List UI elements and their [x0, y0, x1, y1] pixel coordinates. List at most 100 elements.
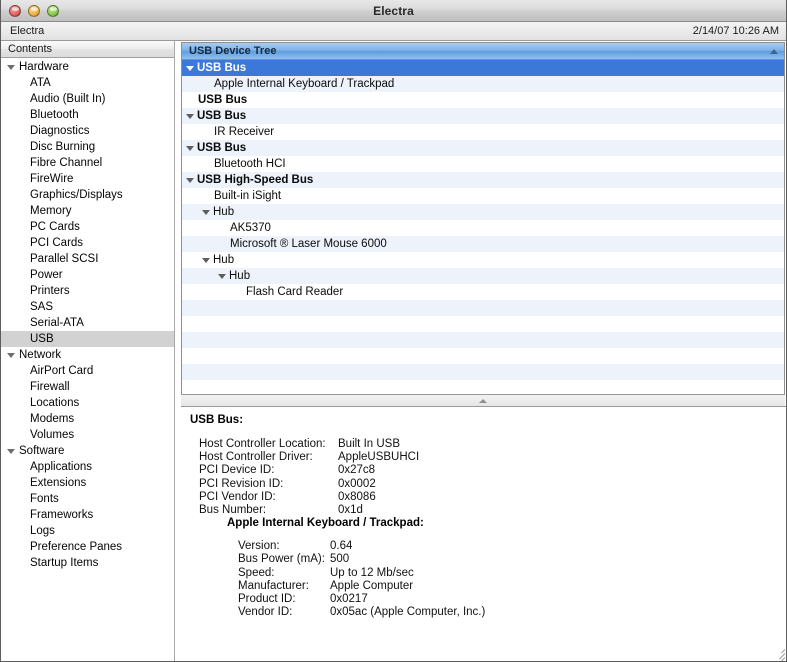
- tree-row-label: Microsoft ® Laser Mouse 6000: [230, 238, 387, 250]
- sidebar-item-label: Hardware: [19, 61, 69, 73]
- tree-row-empty: [182, 316, 784, 332]
- sidebar-item-graphics-displays[interactable]: Graphics/Displays: [1, 187, 174, 203]
- sidebar-item-label: PCI Cards: [30, 237, 83, 249]
- tree-row[interactable]: Hub: [182, 268, 784, 284]
- disclosure-triangle-down-icon[interactable]: [202, 258, 210, 263]
- property-key: Bus Number:: [199, 504, 338, 517]
- tree-row-empty: [182, 332, 784, 348]
- tree-row-label: Bluetooth HCI: [214, 158, 286, 170]
- sidebar-item-label: Firewall: [30, 381, 70, 393]
- window-titlebar[interactable]: Electra: [1, 0, 786, 22]
- sidebar-item-firewall[interactable]: Firewall: [1, 379, 174, 395]
- window-title: Electra: [1, 4, 786, 18]
- sidebar-item-fonts[interactable]: Fonts: [1, 491, 174, 507]
- sidebar-item-label: Preference Panes: [30, 541, 122, 553]
- tree-row[interactable]: IR Receiver: [182, 124, 784, 140]
- usb-device-tree-column-header[interactable]: USB Device Tree: [182, 43, 784, 60]
- sidebar-item-power[interactable]: Power: [1, 267, 174, 283]
- disclosure-triangle-down-icon[interactable]: [186, 178, 194, 183]
- tree-row[interactable]: Hub: [182, 204, 784, 220]
- tree-row[interactable]: USB Bus: [182, 60, 784, 76]
- disclosure-triangle-down-icon[interactable]: [7, 65, 15, 70]
- property-row: Manufacturer:Apple Computer: [238, 580, 786, 593]
- disclosure-triangle-down-icon[interactable]: [218, 274, 226, 279]
- sidebar-item-serial-ata[interactable]: Serial-ATA: [1, 315, 174, 331]
- sidebar-item-label: Modems: [30, 413, 74, 425]
- sidebar-item-startup-items[interactable]: Startup Items: [1, 555, 174, 571]
- sidebar-item-frameworks[interactable]: Frameworks: [1, 507, 174, 523]
- disclosure-triangle-down-icon[interactable]: [186, 146, 194, 151]
- tree-row[interactable]: USB Bus: [182, 140, 784, 156]
- sidebar-item-pci-cards[interactable]: PCI Cards: [1, 235, 174, 251]
- sidebar-item-memory[interactable]: Memory: [1, 203, 174, 219]
- contents-column-header[interactable]: Contents: [1, 41, 174, 58]
- sidebar-item-bluetooth[interactable]: Bluetooth: [1, 107, 174, 123]
- sidebar-item-locations[interactable]: Locations: [1, 395, 174, 411]
- sidebar-item-label: ATA: [30, 77, 51, 89]
- disclosure-triangle-down-icon[interactable]: [186, 66, 194, 71]
- sidebar-item-applications[interactable]: Applications: [1, 459, 174, 475]
- property-row: PCI Device ID:0x27c8: [199, 464, 786, 477]
- sidebar-item-pc-cards[interactable]: PC Cards: [1, 219, 174, 235]
- disclosure-triangle-down-icon[interactable]: [186, 114, 194, 119]
- tree-row[interactable]: USB Bus: [182, 108, 784, 124]
- tree-row[interactable]: Flash Card Reader: [182, 284, 784, 300]
- sidebar-item-network[interactable]: Network: [1, 347, 174, 363]
- tree-row-label: Flash Card Reader: [246, 286, 343, 298]
- sidebar-item-fibre-channel[interactable]: Fibre Channel: [1, 155, 174, 171]
- sidebar-item-list[interactable]: Hardware ATA Audio (Built In) BluetoothDiag…: [1, 58, 174, 661]
- property-row: PCI Revision ID:0x0002: [199, 478, 786, 491]
- tree-row[interactable]: Bluetooth HCI: [182, 156, 784, 172]
- sidebar-item-volumes[interactable]: Volumes: [1, 427, 174, 443]
- tree-row[interactable]: Built-in iSight: [182, 188, 784, 204]
- tree-row[interactable]: Microsoft ® Laser Mouse 6000: [182, 236, 784, 252]
- sidebar-item-sas[interactable]: SAS: [1, 299, 174, 315]
- sidebar-item-label: Audio (Built In): [30, 93, 105, 105]
- sidebar-item-extensions[interactable]: Extensions: [1, 475, 174, 491]
- property-row: Bus Power (mA):500: [238, 553, 786, 566]
- sidebar-item-preference-panes[interactable]: Preference Panes: [1, 539, 174, 555]
- sidebar-item-logs[interactable]: Logs: [1, 523, 174, 539]
- usb-device-tree-rows[interactable]: USB BusApple Internal Keyboard / Trackpa…: [182, 60, 784, 394]
- zoom-button-icon[interactable]: [47, 5, 59, 17]
- device-detail-title: Apple Internal Keyboard / Trackpad:: [227, 517, 786, 529]
- sidebar-item-printers[interactable]: Printers: [1, 283, 174, 299]
- tree-row-empty: [182, 364, 784, 380]
- sidebar-item-audio-built-in[interactable]: Audio (Built In): [1, 91, 174, 107]
- sidebar-item-diagnostics[interactable]: Diagnostics: [1, 123, 174, 139]
- property-key: Bus Power (mA):: [238, 553, 330, 566]
- property-value: 500: [330, 553, 786, 566]
- tree-row[interactable]: USB Bus: [182, 92, 784, 108]
- sidebar-item-airport-card[interactable]: AirPort Card: [1, 363, 174, 379]
- sidebar-item-label: AirPort Card: [30, 365, 93, 377]
- window-controls: [9, 5, 59, 17]
- sidebar-item-ata[interactable]: ATA: [1, 75, 174, 91]
- property-key: PCI Device ID:: [199, 464, 338, 477]
- sidebar-item-disc-burning[interactable]: Disc Burning: [1, 139, 174, 155]
- sidebar-item-label: Software: [19, 445, 64, 457]
- property-row: Host Controller Driver:AppleUSBUHCI: [199, 451, 786, 464]
- splitter-grip-icon: [479, 399, 487, 403]
- disclosure-triangle-down-icon[interactable]: [7, 353, 15, 358]
- sidebar-item-parallel-scsi[interactable]: Parallel SCSI: [1, 251, 174, 267]
- tree-row[interactable]: Apple Internal Keyboard / Trackpad: [182, 76, 784, 92]
- disclosure-triangle-down-icon[interactable]: [202, 210, 210, 215]
- tree-row[interactable]: USB High-Speed Bus: [182, 172, 784, 188]
- sidebar-item-firewire[interactable]: FireWire: [1, 171, 174, 187]
- close-button-icon[interactable]: [9, 5, 21, 17]
- tree-row[interactable]: AK5370: [182, 220, 784, 236]
- property-value: 0x27c8: [338, 464, 786, 477]
- sidebar-item-hardware[interactable]: Hardware: [1, 59, 174, 75]
- sidebar-item-modems[interactable]: Modems: [1, 411, 174, 427]
- sidebar-item-usb[interactable]: USB: [1, 331, 174, 347]
- tree-row[interactable]: Hub: [182, 252, 784, 268]
- sort-ascending-icon[interactable]: [770, 49, 778, 54]
- disclosure-triangle-down-icon[interactable]: [7, 449, 15, 454]
- sidebar-item-software[interactable]: Software: [1, 443, 174, 459]
- property-row: Product ID:0x0217: [238, 593, 786, 606]
- pane-splitter[interactable]: [181, 395, 785, 406]
- minimize-button-icon[interactable]: [28, 5, 40, 17]
- tree-row-label: USB Bus: [198, 94, 247, 106]
- sidebar-item-label: Serial-ATA: [30, 317, 84, 329]
- sidebar-item-label: Extensions: [30, 477, 86, 489]
